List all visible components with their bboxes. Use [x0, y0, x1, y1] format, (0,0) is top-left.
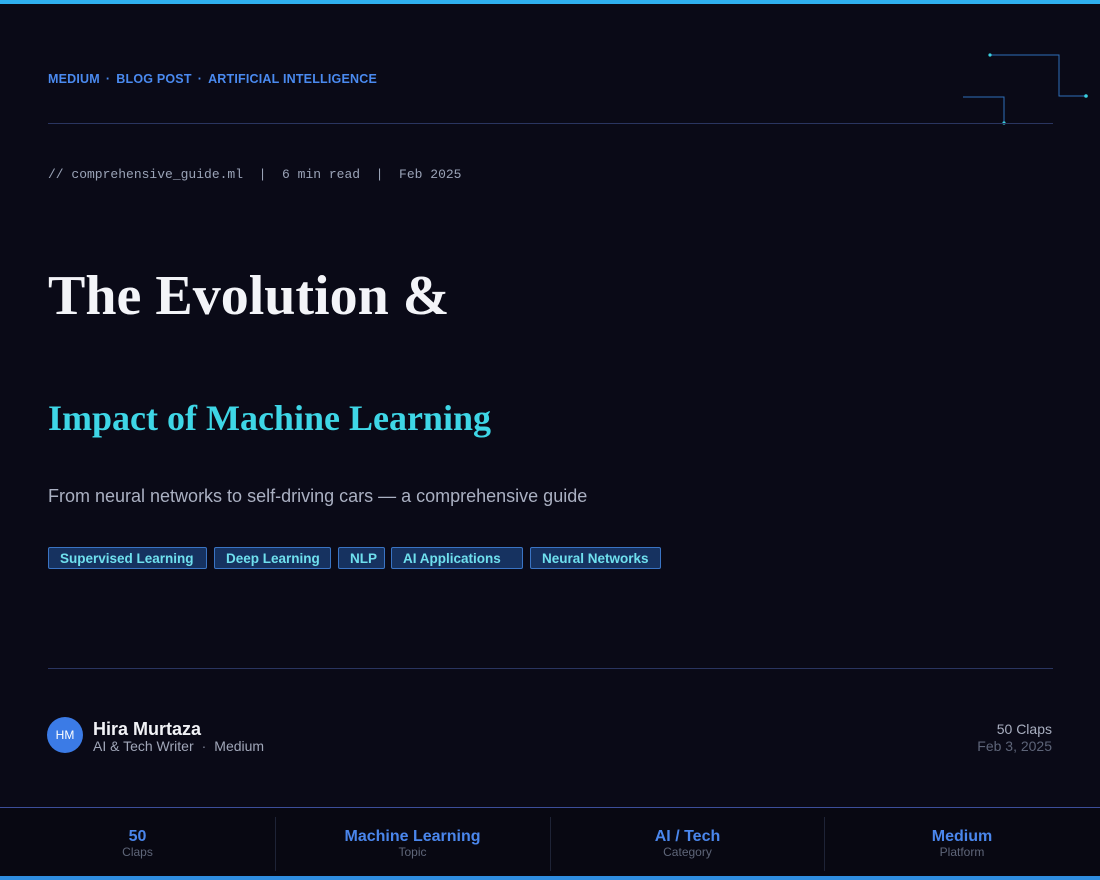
stat-label: Claps — [122, 845, 153, 859]
avatar[interactable]: HM — [47, 717, 83, 753]
breadcrumb-separator: · — [197, 72, 203, 86]
author-role: AI & Tech Writer — [93, 738, 194, 754]
tag-deep-learning[interactable]: Deep Learning — [214, 547, 331, 569]
breadcrumb-item-blog-post[interactable]: BLOG POST — [116, 72, 191, 86]
tag-ai-applications[interactable]: AI Applications — [391, 547, 523, 569]
stat-value: AI / Tech — [654, 828, 721, 845]
breadcrumb-item-medium[interactable]: MEDIUM — [48, 72, 100, 86]
stats-bar: 50 Claps Machine Learning Topic AI / Tec… — [0, 807, 1100, 876]
author-details: AI & Tech Writer · Medium — [93, 738, 264, 754]
header-divider — [48, 123, 1053, 124]
stat-value: Machine Learning — [344, 828, 481, 845]
article-title-line-1: The Evolution & — [48, 265, 450, 327]
author-divider — [48, 668, 1053, 669]
author-separator: · — [201, 738, 207, 754]
stat-label: Platform — [939, 845, 985, 859]
circuit-decoration-icon — [963, 53, 1088, 125]
stat-value: Medium — [931, 828, 993, 845]
tag-nlp[interactable]: NLP — [338, 547, 385, 569]
top-accent-bar — [0, 0, 1100, 4]
stat-category: AI / Tech Category — [550, 808, 825, 876]
stat-label: Topic — [398, 845, 427, 859]
tag-neural-networks[interactable]: Neural Networks — [530, 547, 661, 569]
stat-topic: Machine Learning Topic — [275, 808, 550, 876]
article-meta-line: // comprehensive_guide.ml | 6 min read |… — [48, 167, 462, 182]
author-publication[interactable]: Medium — [214, 738, 264, 754]
claps-count: 50 Claps — [996, 721, 1052, 737]
stat-platform: Medium Platform — [824, 808, 1100, 876]
stat-value: 50 — [128, 828, 147, 845]
stat-label: Category — [663, 845, 712, 859]
author-name[interactable]: Hira Murtaza — [93, 719, 201, 740]
breadcrumb-item-artificial-intelligence[interactable]: ARTIFICIAL INTELLIGENCE — [208, 72, 377, 86]
publish-date: Feb 3, 2025 — [977, 738, 1052, 754]
stat-claps: 50 Claps — [0, 808, 275, 876]
breadcrumb: MEDIUM · BLOG POST · ARTIFICIAL INTELLIGENCE — [48, 72, 377, 86]
bottom-accent-bar — [0, 876, 1100, 880]
breadcrumb-separator: · — [105, 72, 111, 86]
article-title-line-2: Impact of Machine Learning — [48, 398, 491, 438]
article-subtitle: From neural networks to self-driving car… — [48, 486, 588, 506]
tag-supervised-learning[interactable]: Supervised Learning — [48, 547, 207, 569]
